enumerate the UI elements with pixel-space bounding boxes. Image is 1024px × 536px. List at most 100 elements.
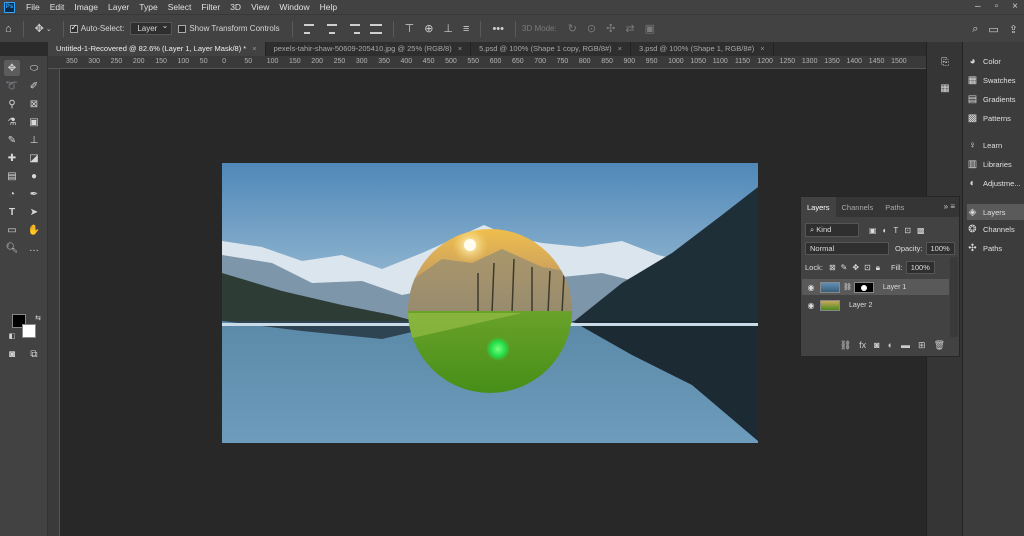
panel-adjustments[interactable]: ◐ Adjustme... (967, 178, 1024, 189)
orbit-3d-icon[interactable]: ↻ (568, 22, 577, 35)
panel-learn[interactable]: ♀ Learn (967, 140, 1024, 151)
share-icon[interactable]: ⇪ (1009, 23, 1018, 36)
panel-channels[interactable]: ❂ Channels (967, 224, 1024, 235)
align-center-icon[interactable] (326, 23, 338, 34)
more-options-icon[interactable]: ••• (492, 23, 504, 35)
quick-mask-icon[interactable]: ◙ (4, 346, 20, 362)
opacity-field[interactable]: 100% (925, 242, 955, 255)
adjustment-layer-icon[interactable]: ◐ (888, 340, 893, 350)
menu-image[interactable]: Image (69, 2, 103, 12)
auto-select-checkbox[interactable]: Auto-Select: (69, 23, 124, 33)
eyedropper-tool-icon[interactable]: ⚗ (4, 114, 20, 130)
fill-field[interactable]: 100% (905, 261, 935, 274)
auto-select-dropdown[interactable]: Layer (130, 21, 173, 35)
minimize-icon[interactable]: – (975, 1, 981, 12)
home-icon[interactable]: ⌂ (5, 23, 12, 35)
pan-3d-icon[interactable]: ✣ (606, 22, 615, 35)
tab-layers[interactable]: Layers (801, 197, 836, 217)
trash-icon[interactable]: 🗑︎ (934, 340, 945, 351)
document-image[interactable] (222, 163, 758, 443)
properties-icon[interactable]: ▦ (937, 80, 953, 96)
transform-controls-checkbox[interactable]: Show Transform Controls (178, 24, 280, 33)
move-tool-icon[interactable]: ✥ (4, 60, 20, 76)
distribute-icon[interactable] (369, 23, 382, 34)
panel-menu-icon[interactable]: » ≡ (944, 202, 955, 211)
stamp-tool-icon[interactable]: ⊥ (26, 132, 42, 148)
menu-3d[interactable]: 3D (225, 2, 246, 12)
dodge-tool-icon[interactable]: ◔ (4, 186, 20, 202)
zoom-tool-icon[interactable]: 🔍︎ (4, 240, 20, 256)
close-icon[interactable]: × (760, 44, 764, 54)
vertical-ruler[interactable] (48, 69, 60, 536)
brush-tool-icon[interactable]: ✎ (4, 132, 20, 148)
menu-filter[interactable]: Filter (196, 2, 225, 12)
scale-3d-icon[interactable]: ▣ (645, 22, 655, 35)
tab-document[interactable]: Untitled-1-Recovered @ 82.6% (Layer 1, L… (48, 42, 266, 56)
group-folder-icon[interactable]: ▬ (901, 340, 910, 350)
hand-tool-icon[interactable]: ✋ (26, 222, 42, 238)
menu-help[interactable]: Help (315, 2, 342, 12)
menu-select[interactable]: Select (163, 2, 197, 12)
panel-paths[interactable]: ✣ Paths (967, 243, 1024, 254)
close-icon[interactable]: × (458, 44, 462, 54)
align-middle-icon[interactable]: ⊕ (424, 22, 433, 35)
align-right-icon[interactable] (348, 23, 360, 34)
swap-colors-icon[interactable]: ⇆ (30, 310, 46, 326)
menu-type[interactable]: Type (134, 2, 162, 12)
tab-document[interactable]: 5.psd @ 100% (Shape 1 copy, RGB/8#) × (471, 42, 632, 56)
blur-tool-icon[interactable]: ● (26, 168, 42, 184)
kind-filter-dropdown[interactable]: ⌕ Kind (805, 223, 859, 237)
screen-mode-icon[interactable]: ⧉ (26, 346, 42, 362)
pen-tool-icon[interactable]: ✒ (26, 186, 42, 202)
filter-icons[interactable]: ▣◐T⊡▩ (869, 226, 931, 235)
default-colors-icon[interactable]: ◧ (4, 328, 20, 344)
tab-document[interactable]: pexels-tahir-shaw-50609-205410.jpg @ 25%… (266, 42, 472, 56)
crop-tool-icon[interactable]: ⊠ (26, 96, 42, 112)
layer-row[interactable]: ◉ ⛓ Layer 1 (802, 279, 949, 295)
layer-mask-thumbnail[interactable] (853, 281, 874, 293)
slide-3d-icon[interactable]: ⇄ (625, 22, 634, 35)
close-icon[interactable]: × (618, 44, 622, 54)
menu-window[interactable]: Window (274, 2, 314, 12)
link-icon[interactable]: ⛓ (843, 283, 852, 291)
panel-gradients[interactable]: ▤ Gradients (967, 94, 1024, 105)
close-icon[interactable]: × (252, 44, 256, 54)
lock-icons[interactable]: ⊠✎✥⊡🔒︎ (829, 263, 885, 273)
link-layers-icon[interactable]: ⛓ (840, 340, 851, 351)
panel-patterns[interactable]: ▩ Patterns (967, 113, 1024, 124)
align-left-icon[interactable] (303, 23, 316, 34)
tab-paths[interactable]: Paths (879, 197, 910, 217)
menu-edit[interactable]: Edit (45, 2, 70, 12)
horizontal-ruler[interactable]: 350 300 250 200 150 100 50 0 50 100 150 200 250 300 35… (48, 56, 926, 69)
close-icon[interactable]: × (1012, 1, 1018, 12)
more-tools-icon[interactable]: … (26, 240, 42, 256)
eraser-tool-icon[interactable]: ◪ (26, 150, 42, 166)
history-icon[interactable]: ⎘ (937, 54, 953, 70)
menu-layer[interactable]: Layer (103, 2, 134, 12)
align-top-icon[interactable]: ⊤ (405, 22, 415, 35)
distribute-vertical-icon[interactable]: ≡ (463, 23, 469, 35)
lasso-tool-icon[interactable]: ➰ (4, 78, 20, 94)
panel-libraries[interactable]: ▥ Libraries (967, 159, 1024, 170)
checkbox-icon[interactable] (178, 24, 187, 33)
gradient-tool-icon[interactable]: ▤ (4, 168, 20, 184)
healing-brush-tool-icon[interactable]: ✚ (4, 150, 20, 166)
path-select-tool-icon[interactable]: ➤ (26, 204, 42, 220)
visibility-eye-icon[interactable]: ◉ (802, 283, 820, 292)
maximize-icon[interactable]: ▫ (995, 1, 999, 12)
tab-channels[interactable]: Channels (836, 197, 880, 217)
tab-document[interactable]: 3.psd @ 100% (Shape 1, RGB/8#) × (631, 42, 774, 56)
fx-icon[interactable]: fx (859, 340, 866, 350)
workspace-icon[interactable]: ▭ (988, 23, 998, 36)
type-tool-icon[interactable]: T (4, 204, 20, 220)
checkbox-icon[interactable] (69, 23, 78, 33)
chevron-down-icon[interactable]: ⌄ (46, 25, 52, 33)
rectangle-tool-icon[interactable]: ▭ (4, 222, 20, 238)
frame-tool-icon[interactable]: ▣ (26, 114, 42, 130)
panel-swatches[interactable]: ▦ Swatches (967, 75, 1024, 86)
quick-select-tool-icon[interactable]: ✐ (26, 78, 42, 94)
menu-file[interactable]: File (21, 2, 45, 12)
marquee-tool-icon[interactable]: ⬭ (26, 60, 42, 76)
scrollbar[interactable] (950, 257, 958, 337)
blend-mode-dropdown[interactable]: Normal (805, 242, 889, 255)
